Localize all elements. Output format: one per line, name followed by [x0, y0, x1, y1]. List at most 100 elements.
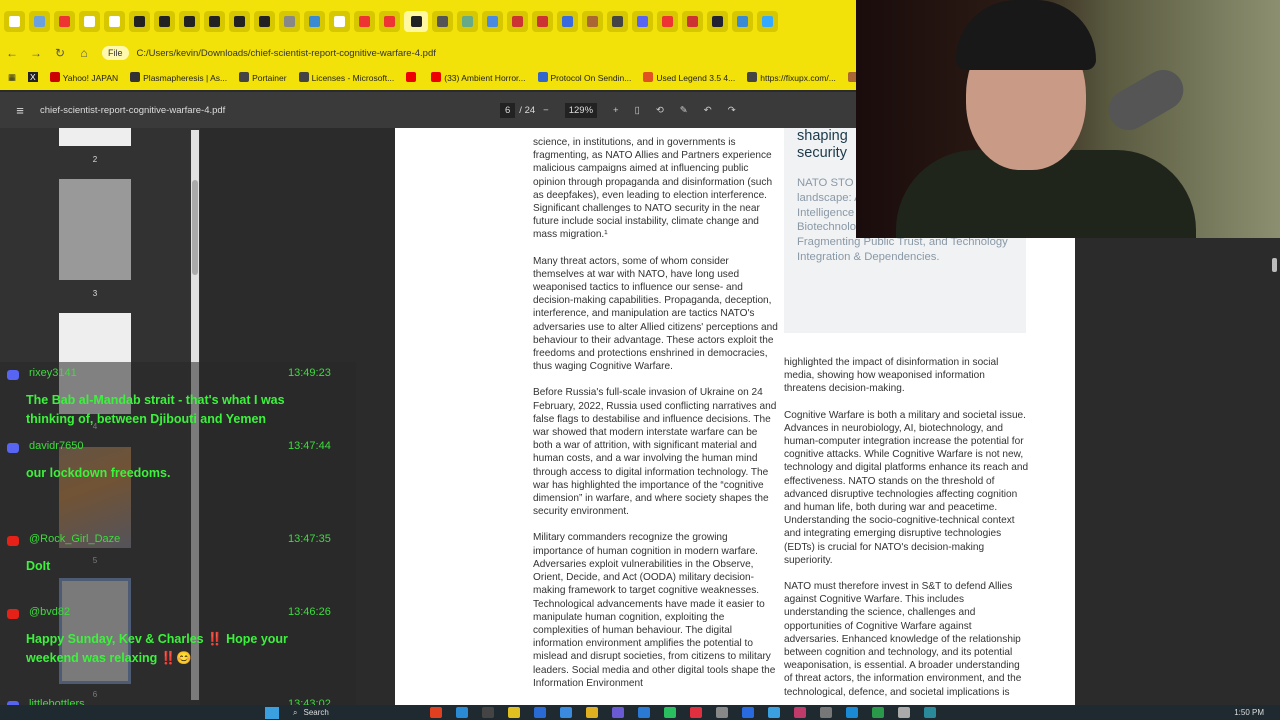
- browser-tab[interactable]: [29, 10, 50, 32]
- favicon-icon: [431, 71, 442, 82]
- browser-tab[interactable]: [204, 10, 225, 32]
- bookmark-item[interactable]: Portainer: [239, 71, 287, 83]
- bookmark-label: https://fixupx.com/...: [760, 72, 836, 83]
- bookmark-item[interactable]: Used Legend 3.5 4...: [643, 71, 735, 83]
- bookmark-item[interactable]: [406, 71, 419, 83]
- browser-tab[interactable]: [329, 10, 350, 32]
- bookmark-item[interactable]: Plasmapheresis | As...: [130, 71, 227, 83]
- browser-tab[interactable]: [304, 10, 325, 32]
- app-icon[interactable]: [924, 707, 937, 718]
- app-icon[interactable]: [560, 707, 573, 718]
- bookmark-item[interactable]: (33) Ambient Horror...: [431, 71, 526, 83]
- favicon-icon: [643, 71, 654, 82]
- zoom-out-icon[interactable]: −: [543, 105, 549, 116]
- chat-timestamp: 13:46:26: [288, 606, 331, 618]
- browser-tab[interactable]: [229, 10, 250, 32]
- favicon-icon: [747, 71, 758, 82]
- browser-tab[interactable]: [582, 10, 603, 32]
- taskbar: ⌕ Search 1:50 PM: [0, 705, 1280, 720]
- browser-tab[interactable]: [54, 10, 75, 32]
- app-icon[interactable]: [690, 707, 703, 718]
- folder-icon[interactable]: [586, 707, 599, 718]
- browser-tab[interactable]: [657, 10, 678, 32]
- rotate-icon[interactable]: ⟲: [656, 105, 664, 116]
- discord-icon[interactable]: [612, 707, 625, 718]
- app-icon[interactable]: [820, 707, 833, 718]
- fit-page-icon[interactable]: ▯: [635, 105, 640, 116]
- browser-tab[interactable]: [129, 10, 150, 32]
- apps-icon[interactable]: ▦: [8, 72, 16, 83]
- webcam-overlay: [856, 0, 1280, 238]
- page-thumbnail[interactable]: [59, 128, 131, 146]
- browser-tab[interactable]: [632, 10, 653, 32]
- browser-tab[interactable]: [707, 10, 728, 32]
- zoom-in-icon[interactable]: +: [613, 105, 619, 116]
- zoom-level-input[interactable]: 129%: [564, 102, 598, 118]
- bookmark-item[interactable]: Co: [847, 71, 856, 83]
- browser-tab[interactable]: [4, 10, 25, 32]
- app-icon[interactable]: [846, 707, 859, 718]
- app-icon[interactable]: [482, 707, 495, 718]
- undo-icon[interactable]: ↶: [704, 105, 712, 116]
- start-icon[interactable]: [265, 706, 279, 719]
- address-bar: ← → ↻ ⌂ File C:/Users/kevin/Downloads/ch…: [0, 42, 856, 64]
- redo-icon[interactable]: ↷: [728, 105, 736, 116]
- annotate-icon[interactable]: ✎: [680, 105, 688, 116]
- paragraph: Many threat actors, some of whom conside…: [533, 255, 778, 373]
- app-icon[interactable]: [456, 707, 469, 718]
- menu-icon[interactable]: ≡: [0, 103, 40, 118]
- whatsapp-icon[interactable]: [664, 707, 677, 718]
- settings-icon[interactable]: [716, 707, 729, 718]
- bookmark-item[interactable]: Licenses - Microsoft...: [298, 71, 394, 83]
- app-icon[interactable]: [768, 707, 781, 718]
- browser-tab[interactable]: [179, 10, 200, 32]
- page-number-input[interactable]: 6: [500, 102, 516, 118]
- browser-tab[interactable]: [432, 10, 453, 32]
- browser-tab[interactable]: [457, 10, 478, 32]
- bookmark-item[interactable]: Yahoo! JAPAN: [49, 71, 118, 83]
- browser-tab[interactable]: [532, 10, 553, 32]
- browser-tab[interactable]: [79, 10, 100, 32]
- favicon-icon: [298, 71, 309, 82]
- app-icon[interactable]: [794, 707, 807, 718]
- viewer-scrollbar[interactable]: [1270, 238, 1280, 705]
- taskbar-search[interactable]: Search: [303, 708, 423, 717]
- favicon-icon: [49, 71, 60, 82]
- browser-tab[interactable]: [607, 10, 628, 32]
- browser-tab[interactable]: [279, 10, 300, 32]
- browser-tab-active[interactable]: [404, 10, 428, 32]
- chat-username: rixey3141: [29, 367, 77, 379]
- browser-tab[interactable]: [354, 10, 375, 32]
- browser-tab[interactable]: [379, 10, 400, 32]
- page-thumbnail[interactable]: [59, 179, 131, 280]
- home-icon[interactable]: ⌂: [72, 46, 96, 60]
- vscode-icon[interactable]: [638, 707, 651, 718]
- bookmark-item[interactable]: https://fixupx.com/...: [747, 71, 836, 83]
- zoom-icon[interactable]: [742, 707, 755, 718]
- chat-username: davidr7650: [29, 440, 84, 452]
- excel-icon[interactable]: [872, 707, 885, 718]
- clock[interactable]: 1:50 PM: [1234, 708, 1264, 717]
- back-icon[interactable]: ←: [0, 46, 24, 60]
- chrome-icon[interactable]: [508, 707, 521, 718]
- browser-tab[interactable]: [482, 10, 503, 32]
- browser-tab[interactable]: [254, 10, 275, 32]
- youtube-icon: [7, 536, 19, 546]
- bookmark-item[interactable]: Protocol On Sendin...: [537, 71, 631, 83]
- site-info-chip[interactable]: File: [102, 46, 129, 60]
- browser-tab[interactable]: [682, 10, 703, 32]
- bookmark-label: (33) Ambient Horror...: [444, 72, 526, 83]
- browser-tab[interactable]: [757, 10, 778, 32]
- browser-tab[interactable]: [557, 10, 578, 32]
- browser-tab[interactable]: [154, 10, 175, 32]
- browser-tab[interactable]: [732, 10, 753, 32]
- forward-icon[interactable]: →: [24, 46, 48, 60]
- reload-icon[interactable]: ↻: [48, 46, 72, 60]
- app-icon[interactable]: [898, 707, 911, 718]
- app-icon[interactable]: [534, 707, 547, 718]
- browser-tab[interactable]: [104, 10, 125, 32]
- browser-tab[interactable]: [507, 10, 528, 32]
- app-icon[interactable]: [430, 707, 443, 718]
- x-bookmark[interactable]: X: [28, 72, 38, 82]
- url-input[interactable]: C:/Users/kevin/Downloads/chief-scientist…: [137, 48, 436, 59]
